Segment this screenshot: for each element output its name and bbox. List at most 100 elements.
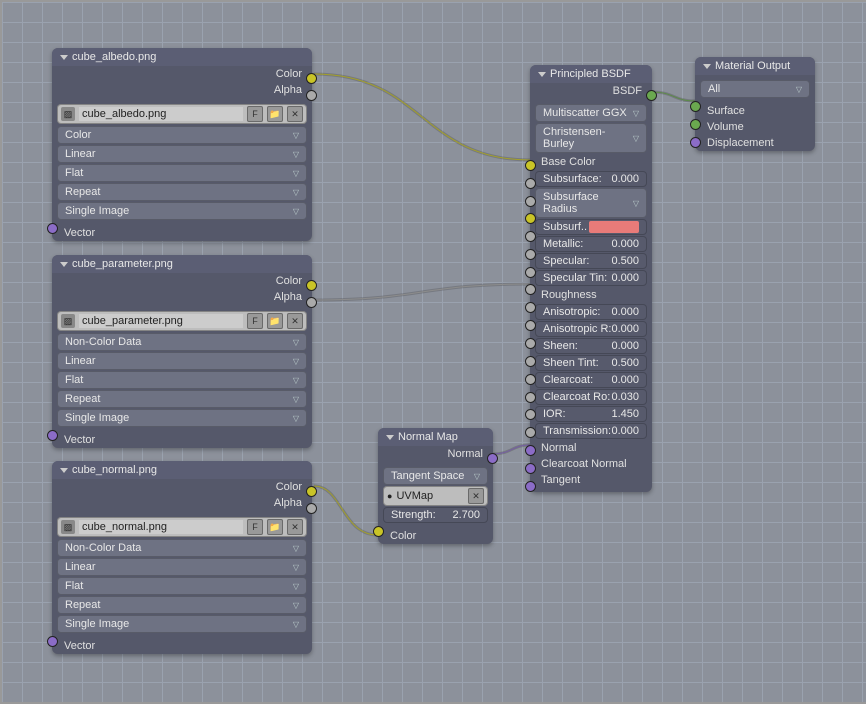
value-field[interactable]: IOR:1.450 — [535, 406, 647, 422]
interpolation-dropdown[interactable]: Linear▽ — [57, 558, 307, 576]
input-vector: Vector — [52, 432, 312, 448]
projection-dropdown[interactable]: Flat▽ — [57, 577, 307, 595]
node-header[interactable]: cube_parameter.png — [52, 255, 312, 273]
image-name: cube_normal.png — [79, 520, 243, 534]
extension-dropdown[interactable]: Repeat▽ — [57, 183, 307, 201]
node-title: Principled BSDF — [550, 68, 631, 80]
output-alpha: Alpha — [52, 82, 312, 98]
source-dropdown[interactable]: Single Image▽ — [57, 615, 307, 633]
image-name: cube_parameter.png — [79, 314, 243, 328]
value-field[interactable]: Sheen Tint:0.500 — [535, 355, 647, 371]
value-field[interactable]: Anisotropic:0.000 — [535, 304, 647, 320]
node-title: cube_albedo.png — [72, 51, 156, 63]
interpolation-dropdown[interactable]: Linear▽ — [57, 352, 307, 370]
node-header[interactable]: Principled BSDF — [530, 65, 652, 83]
collapse-icon[interactable] — [60, 55, 68, 60]
value-field[interactable]: Anisotropic R:0.000 — [535, 321, 647, 337]
value-field[interactable]: Metallic:0.000 — [535, 236, 647, 252]
color-space-dropdown[interactable]: Non-Color Data▽ — [57, 333, 307, 351]
material-output-node[interactable]: Material Output All▽ Surface Volume Disp… — [695, 57, 815, 151]
value-field[interactable]: Specular Tin:0.000 — [535, 270, 647, 286]
output-color: Color — [52, 479, 312, 495]
chevron-down-icon: ▽ — [796, 85, 802, 94]
chevron-down-icon: ▽ — [293, 601, 299, 610]
value-field[interactable]: Transmission:0.000 — [535, 423, 647, 439]
user-count-icon[interactable]: F — [247, 313, 263, 329]
color-space-dropdown[interactable]: Color▽ — [57, 126, 307, 144]
value-field[interactable]: Specular:0.500 — [535, 253, 647, 269]
open-file-icon[interactable]: 📁 — [267, 313, 283, 329]
collapse-icon[interactable] — [386, 435, 394, 440]
principled-bsdf-node[interactable]: Principled BSDF BSDF Multiscatter GGX▽ C… — [530, 65, 652, 492]
collapse-icon[interactable] — [538, 72, 546, 77]
open-file-icon[interactable]: 📁 — [267, 106, 283, 122]
chevron-down-icon: ▽ — [633, 109, 639, 118]
color-swatch[interactable]: Subsurf.. — [535, 219, 647, 235]
chevron-down-icon: ▽ — [293, 544, 299, 553]
input-socket: Tangent — [535, 472, 647, 488]
chevron-down-icon: ▽ — [293, 131, 299, 140]
chevron-down-icon: ▽ — [293, 395, 299, 404]
input-vector: Vector — [52, 638, 312, 654]
node-header[interactable]: cube_normal.png — [52, 461, 312, 479]
image-path-field[interactable]: ▨cube_albedo.pngF📁✕ — [57, 104, 307, 124]
output-bsdf: BSDF — [530, 83, 652, 99]
user-count-icon[interactable]: F — [247, 519, 263, 535]
sss-method-dropdown[interactable]: Christensen-Burley▽ — [535, 123, 647, 153]
open-file-icon[interactable]: 📁 — [267, 519, 283, 535]
chevron-down-icon: ▽ — [474, 472, 480, 481]
value-field[interactable]: Clearcoat Ro:0.030 — [535, 389, 647, 405]
output-alpha: Alpha — [52, 495, 312, 511]
output-alpha: Alpha — [52, 289, 312, 305]
value-field[interactable]: Subsurface:0.000 — [535, 171, 647, 187]
input-volume: Volume — [695, 119, 815, 135]
output-color: Color — [52, 66, 312, 82]
collapse-icon[interactable] — [60, 262, 68, 267]
remove-icon[interactable]: ✕ — [287, 313, 303, 329]
node-title: Material Output — [715, 60, 790, 72]
normal-map-node[interactable]: Normal Map Normal Tangent Space▽ ●UVMap✕… — [378, 428, 493, 544]
chevron-down-icon: ▽ — [293, 338, 299, 347]
node-header[interactable]: Normal Map — [378, 428, 493, 446]
image-icon: ▨ — [61, 520, 75, 534]
target-dropdown[interactable]: All▽ — [700, 80, 810, 98]
remove-icon[interactable]: ✕ — [287, 106, 303, 122]
projection-dropdown[interactable]: Flat▽ — [57, 164, 307, 182]
image-icon: ▨ — [61, 314, 75, 328]
projection-dropdown[interactable]: Flat▽ — [57, 371, 307, 389]
color-space-dropdown[interactable]: Non-Color Data▽ — [57, 539, 307, 557]
dropdown[interactable]: Subsurface Radius▽ — [535, 188, 647, 218]
image-texture-parameter[interactable]: cube_parameter.png Color Alpha ▨ cube_par… — [52, 255, 312, 448]
source-dropdown[interactable]: Single Image▽ — [57, 409, 307, 427]
collapse-icon[interactable] — [703, 64, 711, 69]
node-header[interactable]: Material Output — [695, 57, 815, 75]
value-field[interactable]: Sheen:0.000 — [535, 338, 647, 354]
image-path-field[interactable]: ▨ cube_parameter.png F📁✕ — [57, 311, 307, 331]
image-texture-normal[interactable]: cube_normal.png Color Alpha ▨ cube_normal… — [52, 461, 312, 654]
chevron-down-icon: ▽ — [293, 150, 299, 159]
extension-dropdown[interactable]: Repeat▽ — [57, 390, 307, 408]
output-color: Color — [52, 273, 312, 289]
remove-icon[interactable]: ✕ — [287, 519, 303, 535]
input-socket: Base Color — [535, 154, 647, 170]
source-dropdown[interactable]: Single Image▽ — [57, 202, 307, 220]
strength-field[interactable]: Strength:2.700 — [383, 507, 488, 523]
node-title: cube_parameter.png — [72, 258, 173, 270]
chevron-down-icon: ▽ — [293, 188, 299, 197]
uvmap-field[interactable]: ●UVMap✕ — [383, 486, 488, 506]
user-count-icon[interactable]: F — [247, 106, 263, 122]
chevron-down-icon: ▽ — [293, 207, 299, 216]
image-texture-albedo[interactable]: cube_albedo.png Color Alpha ▨cube_albedo… — [52, 48, 312, 241]
extension-dropdown[interactable]: Repeat▽ — [57, 596, 307, 614]
input-socket: Clearcoat Normal — [535, 456, 647, 472]
distribution-dropdown[interactable]: Multiscatter GGX▽ — [535, 104, 647, 122]
space-dropdown[interactable]: Tangent Space▽ — [383, 467, 488, 485]
value-field[interactable]: Clearcoat:0.000 — [535, 372, 647, 388]
node-header[interactable]: cube_albedo.png — [52, 48, 312, 66]
interpolation-dropdown[interactable]: Linear▽ — [57, 145, 307, 163]
remove-icon[interactable]: ✕ — [468, 488, 484, 504]
collapse-icon[interactable] — [60, 468, 68, 473]
image-path-field[interactable]: ▨ cube_normal.png F📁✕ — [57, 517, 307, 537]
node-title: cube_normal.png — [72, 464, 157, 476]
chevron-down-icon: ▽ — [633, 134, 639, 143]
